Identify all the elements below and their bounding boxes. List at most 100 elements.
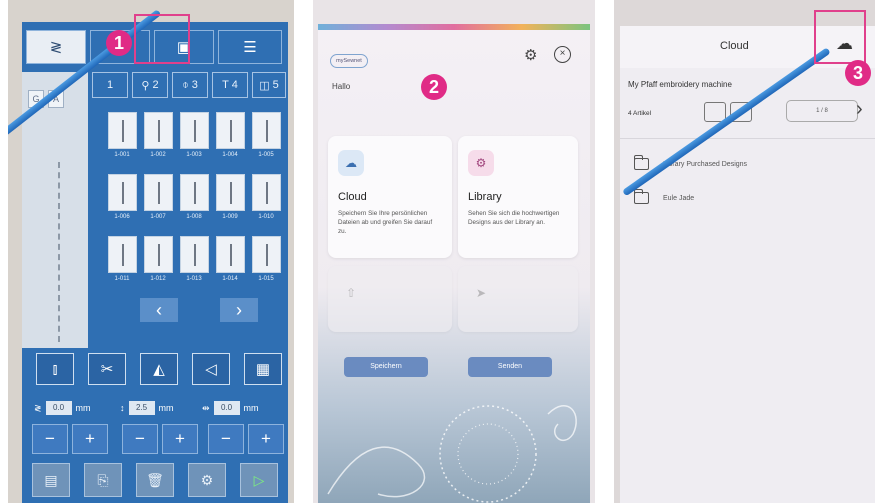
stitch-tile[interactable]: [108, 112, 137, 149]
stitch-pattern-icon: [121, 119, 124, 142]
floral-background: [327, 405, 577, 503]
position-minus-button[interactable]: −: [208, 424, 244, 454]
cloud-title: Cloud: [720, 40, 749, 52]
length-plus-button[interactable]: +: [162, 424, 198, 454]
cloud-card[interactable]: ☁ Cloud Speichern Sie Ihre persönlichen …: [328, 136, 452, 258]
width-unit: mm: [75, 403, 91, 413]
grid-button[interactable]: ▦: [244, 353, 282, 385]
next-page-button[interactable]: ›: [220, 298, 258, 322]
upload-card: ⇧: [328, 266, 452, 332]
stitch-tile[interactable]: [144, 236, 173, 273]
highlight-box-3: [814, 10, 866, 64]
cut-button[interactable]: ✂: [88, 353, 126, 385]
shape-icon: ◫: [259, 79, 270, 92]
library-card[interactable]: ⚙ Library Sehen Sie sich die hochwertige…: [458, 136, 578, 258]
width-plus-button[interactable]: +: [72, 424, 108, 454]
category-tab-3[interactable]: ⌽ 3: [172, 72, 208, 98]
zigzag-icon: ≷: [49, 39, 63, 56]
category-tab-5[interactable]: ◫ 5: [252, 72, 286, 98]
length-value[interactable]: 2.5: [128, 401, 155, 415]
callout-3: 3: [845, 60, 871, 86]
grid-icon: ▦: [255, 361, 271, 378]
library-card-title: Library: [468, 191, 502, 203]
stitch-tile[interactable]: [216, 112, 245, 149]
stitch-tile[interactable]: [252, 174, 281, 211]
stitch-code: 1-007: [150, 214, 166, 220]
list-item[interactable]: Eule Jade: [633, 186, 695, 210]
position-control: ⇹ 0.0 mm: [202, 399, 259, 417]
category-tab-4[interactable]: T4: [212, 72, 248, 98]
gear-icon: ⚙: [200, 471, 214, 488]
items-count: 4 Artikel: [628, 110, 652, 117]
position-unit: mm: [243, 403, 259, 413]
presser-foot-icon: ◭: [153, 361, 165, 378]
start-button[interactable]: ▷: [240, 463, 278, 497]
position-value[interactable]: 0.0: [213, 401, 240, 415]
close-icon[interactable]: ×: [554, 46, 571, 63]
gear-icon[interactable]: ⚙: [524, 46, 537, 64]
stitch-tile[interactable]: [180, 174, 209, 211]
needle-icon: ⫾: [52, 360, 58, 378]
presser-foot-button[interactable]: ◭: [140, 353, 178, 385]
send-icon: ➤: [475, 286, 487, 300]
library-card-description: Sehen Sie sich die hochwertigen Designs …: [468, 210, 560, 226]
settings-button[interactable]: ⚙: [188, 463, 226, 497]
stitch-tile[interactable]: [180, 112, 209, 149]
folder-icon: [633, 189, 649, 204]
stitch-code: 1-009: [222, 214, 238, 220]
category-tab-1-number: 1: [106, 79, 114, 91]
stitch-tile[interactable]: [108, 174, 137, 211]
stitch-pattern-icon: [229, 119, 232, 142]
category-tab-2[interactable]: ⚲ 2: [132, 72, 168, 98]
length-icon: ↕: [120, 403, 125, 413]
file-icon: ⎘: [97, 471, 109, 488]
needle-tool-button[interactable]: ⫾: [36, 353, 74, 385]
mysewnet-home-screen: mySewnet Hallo ⚙ × ☁ Cloud Speichern Sie…: [318, 24, 590, 503]
width-minus-button[interactable]: −: [32, 424, 68, 454]
prev-page-button[interactable]: ‹: [140, 298, 178, 322]
length-minus-button[interactable]: −: [122, 424, 158, 454]
length-unit: mm: [158, 403, 174, 413]
menu-tab[interactable]: ☰: [218, 30, 282, 64]
mirror-icon: ◁: [205, 361, 217, 378]
send-card: ➤: [458, 266, 578, 332]
callout-2: 2: [421, 74, 447, 100]
stitch-tile[interactable]: [252, 236, 281, 273]
position-plus-button[interactable]: +: [248, 424, 284, 454]
cloud-card-title: Cloud: [338, 191, 367, 203]
export-button[interactable]: ⎘: [84, 463, 122, 497]
text-icon: T: [222, 79, 229, 91]
stitch-tab[interactable]: ≷: [26, 30, 86, 64]
stitch-pattern-icon: [193, 119, 196, 142]
stitch-tile[interactable]: [180, 236, 209, 273]
scissors-icon: ✂: [100, 361, 114, 378]
stitch-code: 1-013: [186, 276, 202, 282]
cloud-card-description: Speichern Sie Ihre persönlichen Dateien …: [338, 210, 433, 235]
category-tab-3-number: 3: [191, 79, 198, 91]
next-page-icon[interactable]: ›: [856, 98, 863, 121]
width-value[interactable]: 0.0: [45, 401, 72, 415]
stitch-code: 1-008: [186, 214, 202, 220]
save-icon: ▤: [44, 471, 58, 488]
divider: [620, 138, 875, 139]
stitch-pattern-icon: [157, 181, 160, 204]
delete-button[interactable]: 🗑: [136, 463, 174, 497]
save-stitch-button[interactable]: ▤: [32, 463, 70, 497]
length-control: ↕ 2.5 mm: [120, 399, 174, 417]
mysewnet-logo: mySewnet: [330, 54, 368, 68]
stitch-tile[interactable]: [216, 236, 245, 273]
folder-icon: [633, 155, 649, 170]
page-indicator: 1 / 8: [786, 100, 858, 122]
stitch-tile[interactable]: [108, 236, 137, 273]
button-icon: ⚲: [141, 79, 150, 92]
folder-name: Eule Jade: [663, 194, 695, 202]
category-tab-2-number: 2: [152, 79, 159, 91]
width-icon: ≷: [34, 402, 42, 413]
stitch-tile[interactable]: [144, 112, 173, 149]
brand-color-bar: [318, 24, 590, 30]
mirror-button[interactable]: ◁: [192, 353, 230, 385]
stitch-tile[interactable]: [144, 174, 173, 211]
category-tab-1[interactable]: 1: [92, 72, 128, 98]
stitch-tile[interactable]: [252, 112, 281, 149]
stitch-tile[interactable]: [216, 174, 245, 211]
